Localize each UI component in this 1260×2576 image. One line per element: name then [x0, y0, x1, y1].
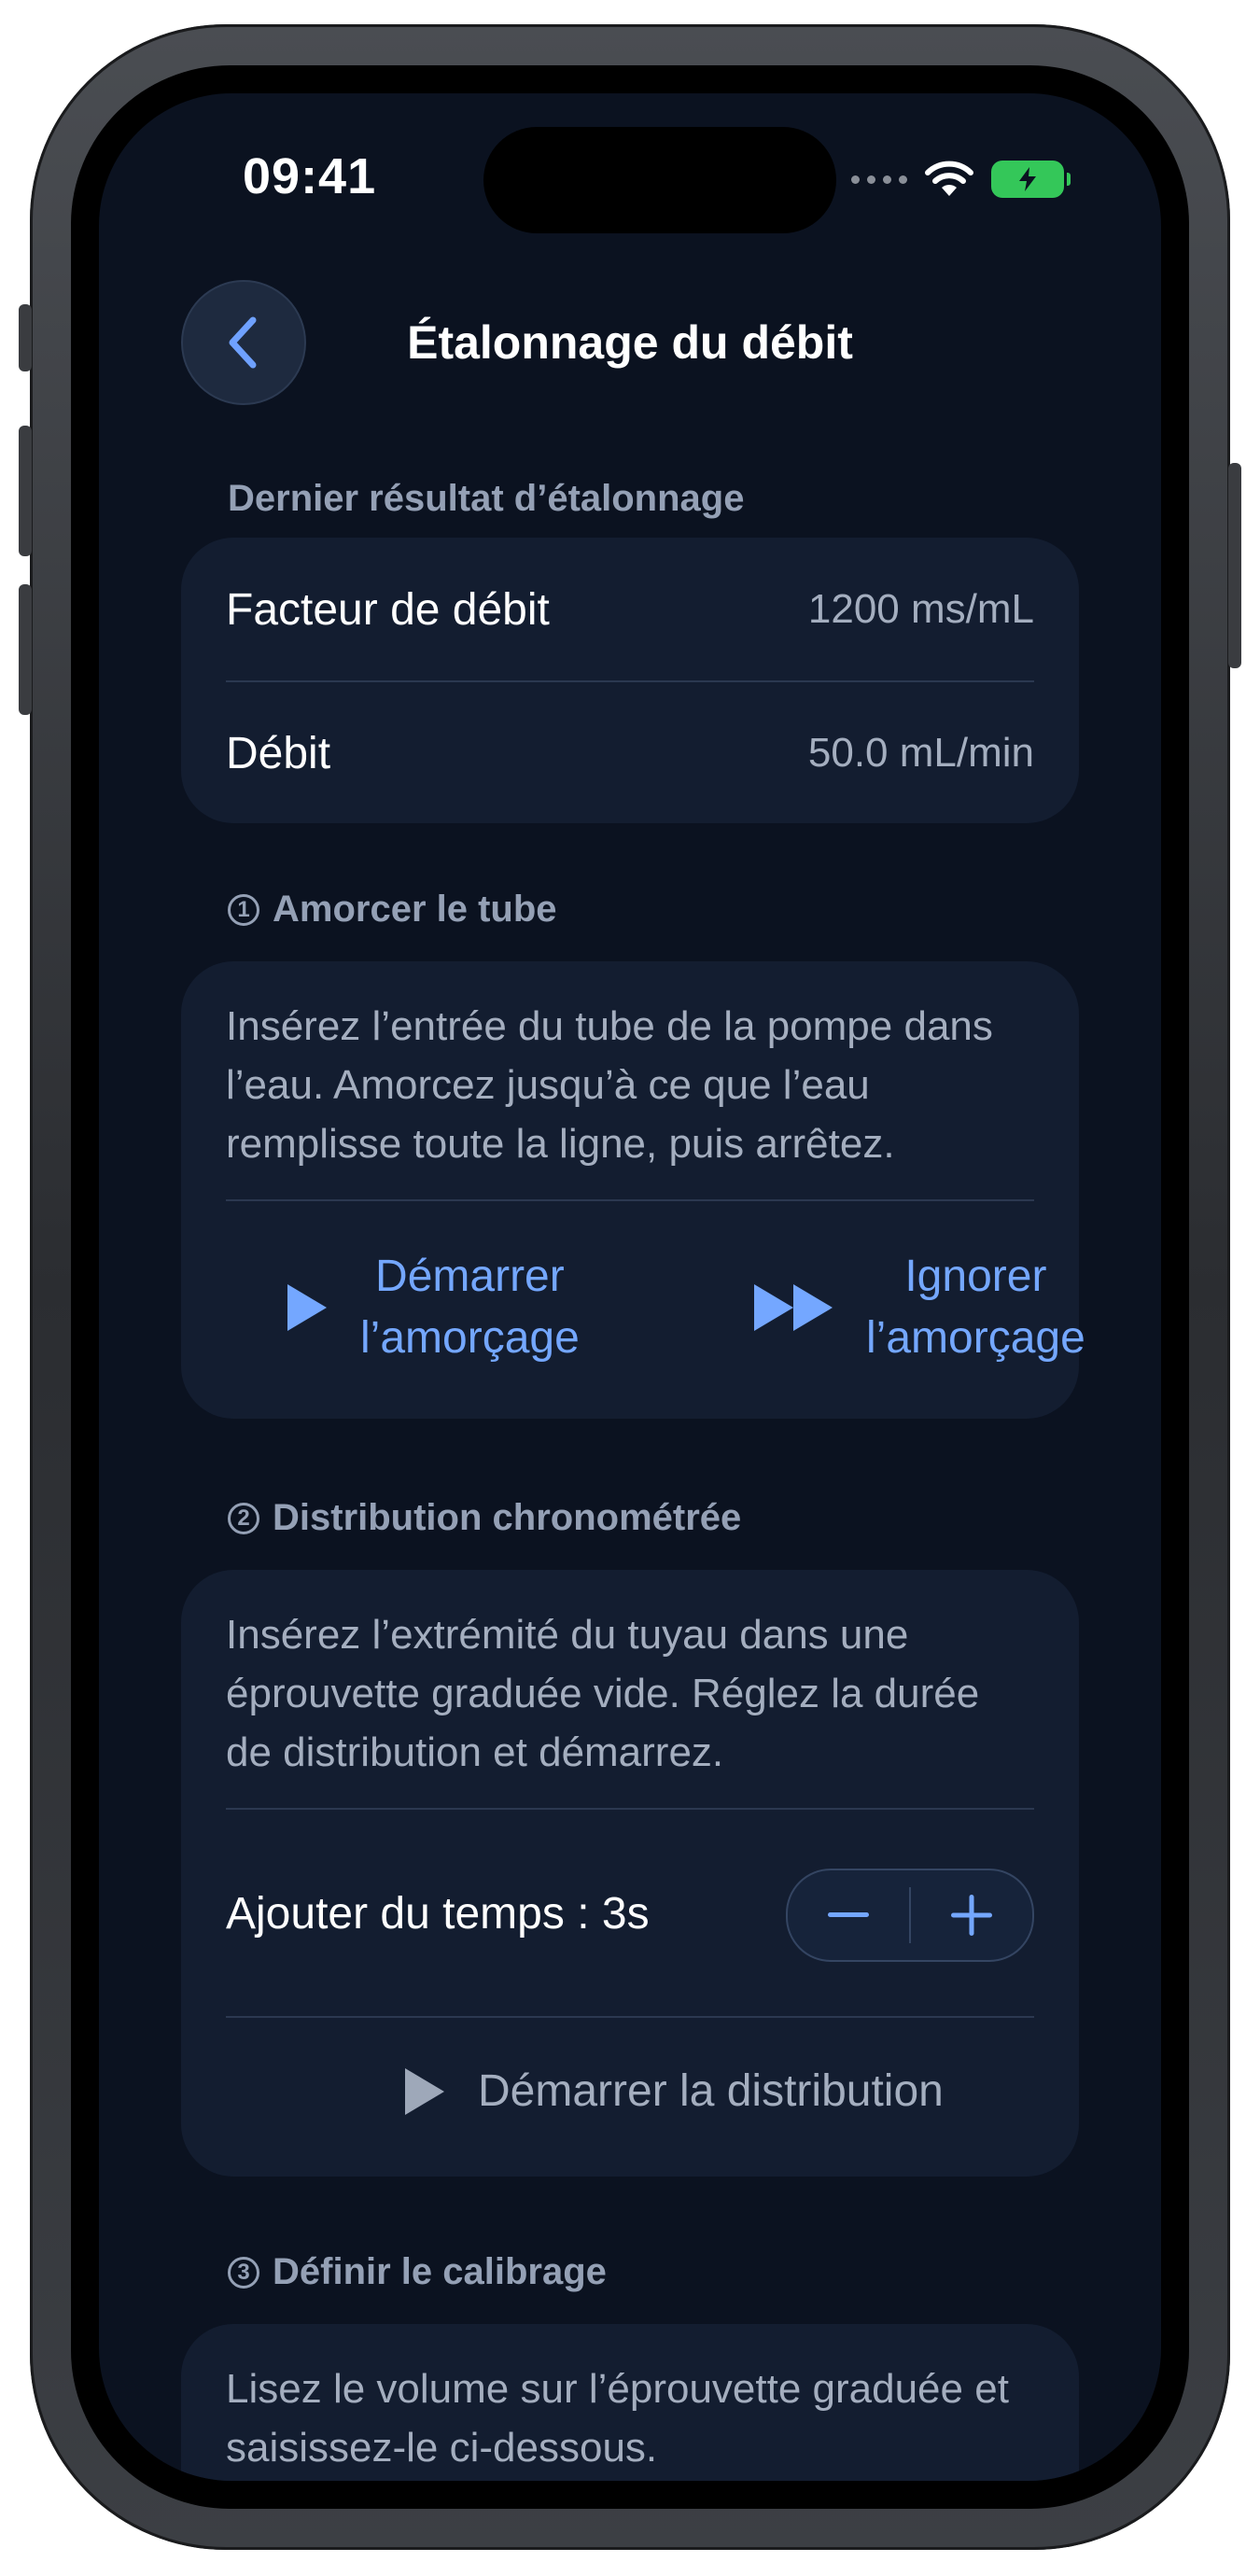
screen: 09:41 Étalonnage du débit Dernier résult…	[99, 93, 1161, 2481]
wifi-icon	[925, 161, 973, 196]
volume-up-button	[19, 426, 32, 556]
last-result-card: Facteur de débit 1200 ms/mL Débit 50.0 m…	[181, 538, 1079, 823]
divider	[226, 1808, 1034, 1810]
step1-description: Insérez l’entrée du tube de la pompe dan…	[226, 1003, 993, 1167]
step3-description: Lisez le volume sur l’éprouvette graduée…	[226, 2366, 1009, 2471]
volume-down-button	[19, 584, 32, 715]
status-time: 09:41	[243, 148, 377, 204]
silent-switch	[19, 304, 32, 371]
divider	[226, 680, 1034, 682]
nav-bar: Étalonnage du débit	[99, 280, 1161, 405]
step1-label-text: Amorcer le tube	[273, 889, 557, 930]
flow-factor-value: 1200 ms/mL	[807, 586, 1034, 632]
play-icon	[405, 2068, 444, 2115]
divider	[226, 1199, 1034, 1201]
step2-label-text: Distribution chronométrée	[273, 1497, 742, 1538]
dynamic-island	[483, 127, 836, 233]
skip-priming-button[interactable]: Ignorer l’amorçage	[752, 1246, 1085, 1369]
step3-label-text: Définir le calibrage	[273, 2251, 607, 2292]
step-number-badge: 1	[228, 893, 259, 926]
start-dispense-label: Démarrer la distribution	[478, 2066, 944, 2116]
flow-factor-row: Facteur de débit 1200 ms/mL	[226, 577, 1034, 642]
start-priming-label: Démarrer l’amorçage	[360, 1252, 580, 1363]
signal-dots-icon	[851, 175, 907, 184]
minus-icon	[828, 1912, 869, 1917]
step2-description: Insérez l’extrémité du tuyau dans une ép…	[226, 1612, 980, 1775]
time-stepper	[786, 1869, 1034, 1962]
start-priming-button[interactable]: Démarrer l’amorçage	[284, 1246, 580, 1369]
step-number-badge: 3	[228, 2256, 259, 2289]
step3-card: Lisez le volume sur l’éprouvette graduée…	[181, 2324, 1079, 2481]
step3-section-label: 3 Définir le calibrage	[228, 2251, 607, 2293]
battery-charging-icon	[991, 161, 1071, 198]
add-time-label: Ajouter du temps : 3s	[226, 1888, 650, 1939]
step2-section-label: 2 Distribution chronométrée	[228, 1497, 741, 1539]
skip-priming-label: Ignorer l’amorçage	[866, 1252, 1085, 1363]
fast-forward-icon	[754, 1284, 833, 1331]
flow-factor-label: Facteur de débit	[226, 584, 550, 635]
page-title: Étalonnage du débit	[407, 316, 853, 369]
bezel: 09:41 Étalonnage du débit Dernier résult…	[71, 65, 1189, 2509]
last-result-section-label: Dernier résultat d’étalonnage	[228, 478, 744, 520]
plus-icon	[951, 1895, 992, 1936]
decrement-button[interactable]	[788, 1870, 909, 1960]
last-result-label-text: Dernier résultat d’étalonnage	[228, 478, 745, 519]
phone-frame: 09:41 Étalonnage du débit Dernier résult…	[19, 24, 1241, 2550]
step-number-badge: 2	[228, 1502, 259, 1534]
status-icons	[851, 161, 1071, 198]
play-icon	[287, 1284, 327, 1331]
step1-card: Insérez l’entrée du tube de la pompe dan…	[181, 961, 1085, 1419]
step1-section-label: 1 Amorcer le tube	[228, 889, 557, 931]
divider	[226, 2016, 1034, 2018]
power-button	[1228, 463, 1241, 668]
step2-card: Insérez l’extrémité du tuyau dans une ép…	[181, 1570, 1079, 2177]
increment-button[interactable]	[911, 1870, 1032, 1960]
flow-rate-row: Débit 50.0 mL/min	[226, 721, 1034, 786]
flow-rate-value: 50.0 mL/min	[807, 730, 1034, 776]
flow-rate-label: Débit	[226, 728, 331, 778]
start-dispense-button[interactable]: Démarrer la distribution	[401, 2061, 944, 2122]
